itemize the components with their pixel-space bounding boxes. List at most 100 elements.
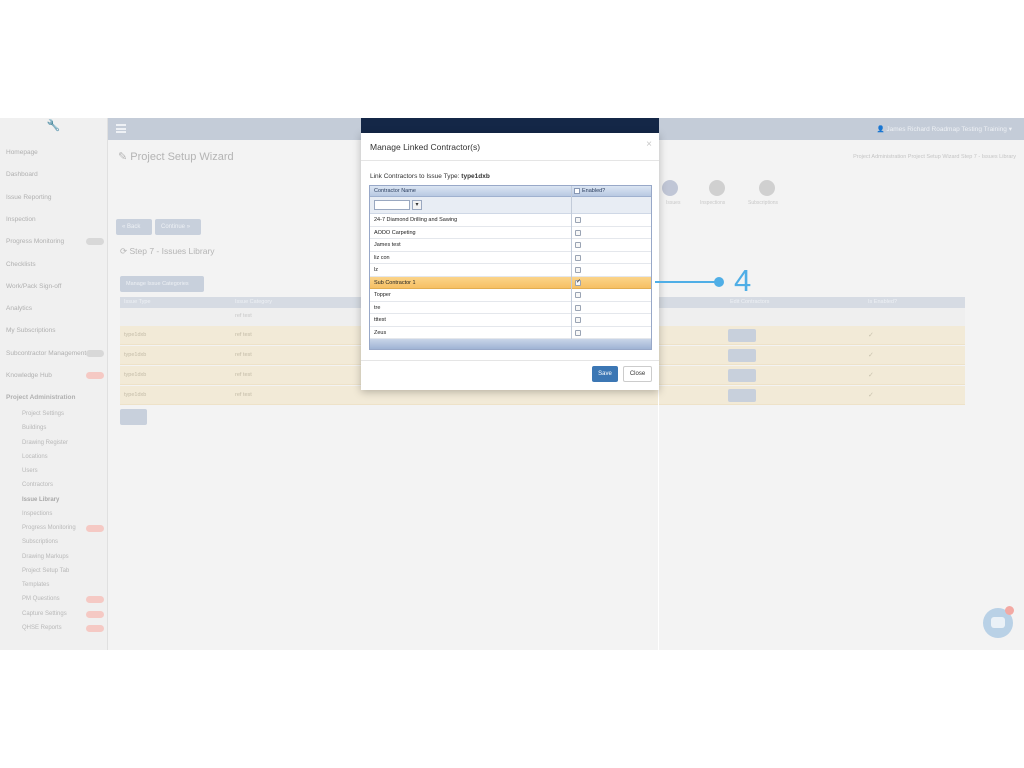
sidebar-subitem[interactable]: Issue Library <box>22 497 59 503</box>
select-all-checkbox[interactable] <box>574 188 580 194</box>
sidebar-subitem[interactable]: Buildings <box>22 425 46 431</box>
sidebar-badge <box>86 238 104 245</box>
sidebar: 🔧 Homepage Dashboard Issue Reporting Ins… <box>0 118 108 650</box>
wizard-step-circle[interactable] <box>709 180 725 196</box>
sidebar-subitem[interactable]: Capture Settings <box>22 611 67 617</box>
sidebar-subitem[interactable]: QHSE Reports <box>22 625 62 631</box>
sidebar-item[interactable]: Knowledge Hub <box>6 372 52 379</box>
category-filter-input[interactable]: ref test <box>235 313 252 319</box>
enabled-checkbox[interactable] <box>575 217 581 223</box>
sidebar-subitem[interactable]: Contractors <box>22 482 53 488</box>
sidebar-item[interactable]: Homepage <box>6 149 38 156</box>
sidebar-item[interactable]: Work/Pack Sign-off <box>6 283 61 290</box>
enabled-checkbox[interactable] <box>575 229 581 236</box>
show-contractors-button[interactable] <box>728 349 756 362</box>
sidebar-item[interactable]: Issue Reporting <box>6 194 52 201</box>
contractor-row[interactable]: James test <box>370 239 651 252</box>
enabled-checkbox[interactable] <box>575 329 581 336</box>
sidebar-subitem[interactable]: Project Settings <box>22 411 64 417</box>
sidebar-badge <box>86 350 104 357</box>
modal-title: Manage Linked Contractor(s) <box>370 142 481 152</box>
show-contractors-button[interactable] <box>728 389 756 402</box>
modal-footer-divider <box>361 360 659 361</box>
filter-icon[interactable]: ▾ <box>412 200 422 210</box>
callout-line <box>655 281 719 283</box>
sidebar-item[interactable]: Dashboard <box>6 171 38 178</box>
grid-filter-row: ▾ <box>370 197 651 214</box>
save-table-button[interactable] <box>120 409 147 425</box>
enabled-checkbox[interactable] <box>575 317 581 323</box>
callout-dot <box>714 277 724 287</box>
callout-number: 4 <box>734 263 752 298</box>
contractor-row[interactable]: lz <box>370 264 651 277</box>
sidebar-subitem[interactable]: Inspections <box>22 511 52 517</box>
enabled-checkbox[interactable] <box>575 242 581 248</box>
manage-issue-categories-button[interactable]: Manage Issue Categories <box>120 276 204 292</box>
issue-type-value: type1dxb <box>461 173 490 180</box>
magic-wand-icon: ✎ <box>118 151 131 163</box>
modal-header: Manage Linked Contractor(s) × <box>361 133 659 161</box>
contractor-grid: Contractor Name Enabled? ▾ 24-7 Diamond … <box>369 185 652 350</box>
sidebar-badge <box>86 372 104 379</box>
sidebar-subitem[interactable]: Drawing Markups <box>22 554 69 560</box>
sidebar-subitem[interactable]: Locations <box>22 454 48 460</box>
app-frame: 🔧 Homepage Dashboard Issue Reporting Ins… <box>0 118 1024 650</box>
grid-column-divider <box>571 186 572 339</box>
contractor-row[interactable]: Topper <box>370 289 651 302</box>
sidebar-item[interactable]: Project Administration <box>6 394 75 401</box>
user-menu[interactable]: 👤 James Richard Roadmap Testing Training… <box>876 125 1012 133</box>
wizard-step-circle[interactable] <box>759 180 775 196</box>
contractor-row[interactable]: liz con <box>370 251 651 264</box>
link-contractors-label: Link Contractors to Issue Type: type1dxb <box>370 173 490 180</box>
enabled-checkbox-checked[interactable] <box>575 278 581 286</box>
contractor-row[interactable]: 24-7 Diamond Drilling and Sawing <box>370 214 651 227</box>
sidebar-item[interactable]: Subcontractor Management <box>6 350 86 357</box>
sidebar-subitem[interactable]: Templates <box>22 582 49 588</box>
sidebar-subitem[interactable]: Project Setup Tab <box>22 568 69 574</box>
enabled-checkbox[interactable] <box>575 254 581 261</box>
enabled-checkbox[interactable] <box>575 267 581 273</box>
continue-button[interactable]: Continue » <box>155 219 201 235</box>
breadcrumb[interactable]: Project Administration Project Setup Wiz… <box>853 154 1016 160</box>
forward-icon: » <box>185 224 191 230</box>
column-header: Is Enabled? <box>868 299 898 305</box>
close-button[interactable]: Close <box>623 366 652 382</box>
chat-widget-button[interactable] <box>983 606 1014 638</box>
contractor-name-filter-input[interactable] <box>374 200 410 210</box>
sidebar-item[interactable]: Inspection <box>6 216 36 223</box>
sidebar-item[interactable]: Checklists <box>6 261 36 268</box>
enabled-checkbox[interactable] <box>575 304 581 311</box>
sidebar-subitem[interactable]: PM Questions <box>22 596 60 602</box>
sidebar-subitem[interactable]: Users <box>22 468 38 474</box>
sidebar-subitem[interactable]: Drawing Register <box>22 440 68 446</box>
save-button[interactable]: Save <box>592 366 618 382</box>
sidebar-item[interactable]: My Subscriptions <box>6 327 56 334</box>
sidebar-subitem[interactable]: Progress Monitoring <box>22 525 76 531</box>
sidebar-badge <box>86 525 104 532</box>
enabled-checkbox[interactable] <box>575 292 581 298</box>
contractor-row[interactable]: AODO Carpeting <box>370 226 651 239</box>
sidebar-badge <box>86 596 104 603</box>
menu-icon[interactable] <box>116 124 126 133</box>
contractor-row[interactable]: Zeus <box>370 326 651 339</box>
wizard-step-circle[interactable] <box>662 180 678 196</box>
show-contractors-button[interactable] <box>728 329 756 342</box>
column-header: Issue Type <box>124 299 151 305</box>
close-icon[interactable]: × <box>646 139 652 150</box>
contractor-name-column-header[interactable]: Contractor Name <box>374 188 416 194</box>
contractor-row[interactable]: tttest <box>370 314 651 327</box>
chat-icon <box>991 617 1005 628</box>
manage-linked-contractors-modal: Manage Linked Contractor(s) × Link Contr… <box>361 133 659 390</box>
contractor-row-selected[interactable]: Sub Contractor 1 <box>370 276 651 289</box>
wizard-step-label: Subscriptions <box>748 200 779 206</box>
column-header: Edit Contractors <box>730 299 770 305</box>
sidebar-subitem[interactable]: Subscriptions <box>22 539 58 545</box>
sidebar-item[interactable]: Analytics <box>6 305 32 312</box>
sidebar-item[interactable]: Progress Monitoring <box>6 238 64 245</box>
user-icon: 👤 <box>876 126 887 133</box>
show-contractors-button[interactable] <box>728 369 756 382</box>
chevron-down-icon: ▾ <box>1006 126 1012 133</box>
contractor-row[interactable]: tre <box>370 301 651 314</box>
back-button[interactable]: « Back <box>116 219 152 235</box>
enabled-column-header[interactable]: Enabled? <box>582 188 605 194</box>
